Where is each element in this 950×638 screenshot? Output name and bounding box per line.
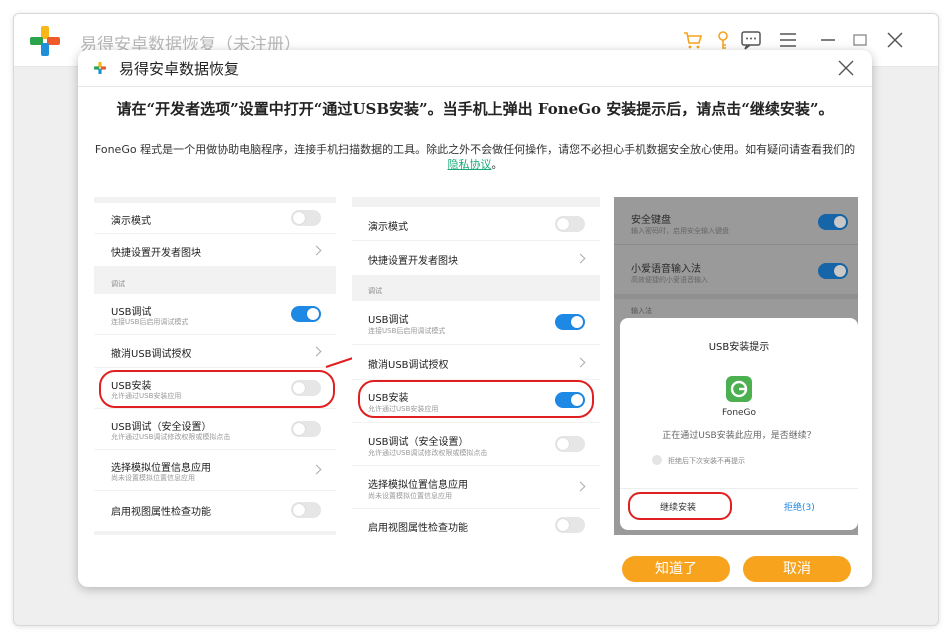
row-desc: 尚未设置模拟位置信息应用 bbox=[111, 474, 195, 482]
dialog-close-icon[interactable] bbox=[836, 58, 856, 78]
usb-install-dialog: 易得安卓数据恢复 请在“开发者选项”设置中打开“通过USB安装”。当手机上弹出 … bbox=[78, 50, 872, 587]
ok-button[interactable]: 知道了 bbox=[622, 556, 730, 582]
row-title: 演示模式 bbox=[111, 216, 151, 227]
highlight-ring bbox=[358, 380, 594, 418]
screenshot-panel-right: 安全键盘 输入密码时，启用安全输入键盘 小爱语音输入法 高效便捷的小爱语音输入 … bbox=[614, 197, 858, 535]
toggle-switch bbox=[291, 210, 321, 226]
toggle-switch bbox=[291, 421, 321, 437]
instruction-end: 。 bbox=[491, 158, 503, 171]
row-desc: 连接USB后启用调试模式 bbox=[368, 327, 446, 335]
list-item: 撤消USB调试授权 bbox=[94, 335, 336, 367]
screenshot-panel-middle: 演示模式 快捷设置开发者图块 调试 USB调试 连接USB后启用调试模式 撤消U… bbox=[352, 197, 600, 535]
row-title: USB调试 bbox=[368, 315, 409, 326]
highlight-ring bbox=[628, 492, 732, 520]
row-desc: 允许通过USB调试修改权限或模拟点击 bbox=[111, 433, 231, 441]
dialog-logo-icon bbox=[94, 62, 106, 74]
list-item: 启用视图属性检查功能 bbox=[352, 509, 600, 535]
row-title: 选择模拟位置信息应用 bbox=[111, 463, 211, 474]
toggle-switch bbox=[818, 214, 848, 230]
minimize-icon[interactable] bbox=[816, 28, 840, 52]
chevron-right-icon bbox=[575, 481, 586, 492]
divider bbox=[614, 294, 858, 299]
instruction-sub: FoneGo 程式是一个用做协助电脑程序，连接手机扫描数据的工具。除此之外不会做… bbox=[92, 142, 858, 172]
screenshot-panel-left: 演示模式 快捷设置开发者图块 调试 USB调试 连接USB后启用调试模式 撤消U… bbox=[94, 197, 336, 535]
row-title: 小爱语音输入法 bbox=[631, 264, 701, 275]
chevron-right-icon bbox=[575, 357, 586, 368]
popup-checkbox-label: 拒绝后下次安装不再提示 bbox=[668, 457, 745, 465]
menu-icon[interactable] bbox=[776, 28, 800, 52]
row-title: 演示模式 bbox=[368, 222, 408, 233]
row-title: USB调试（安全设置） bbox=[368, 437, 469, 448]
cancel-button[interactable]: 取消 bbox=[743, 556, 851, 582]
chevron-right-icon bbox=[311, 346, 322, 357]
chevron-right-icon bbox=[311, 464, 322, 475]
key-icon[interactable] bbox=[711, 28, 735, 52]
row-title: USB调试 bbox=[111, 307, 152, 318]
toggle-switch bbox=[291, 502, 321, 518]
list-item: 选择模拟位置信息应用 尚未设置模拟位置信息应用 bbox=[94, 450, 336, 490]
list-item: 快捷设置开发者图块 bbox=[352, 241, 600, 275]
usb-install-popup: USB安装提示 FoneGo 正在通过USB安装此应用，是否继续？ 拒绝后下次安… bbox=[620, 318, 858, 530]
popup-question: 正在通过USB安装此应用，是否继续？ bbox=[662, 431, 816, 441]
row-title: 快捷设置开发者图块 bbox=[111, 248, 201, 259]
list-item: 撤消USB调试授权 bbox=[352, 345, 600, 379]
dialog-title: 易得安卓数据恢复 bbox=[119, 60, 240, 78]
section-label: 调试 bbox=[368, 287, 382, 295]
divider bbox=[614, 244, 858, 245]
instruction-text: FoneGo 程式是一个用做协助电脑程序，连接手机扫描数据的工具。除此之外不会做… bbox=[94, 143, 856, 156]
row-desc: 尚未设置模拟位置信息应用 bbox=[368, 492, 452, 500]
row-desc: 输入密码时，启用安全输入键盘 bbox=[631, 227, 729, 235]
popup-checkbox[interactable] bbox=[652, 455, 662, 465]
divider bbox=[620, 488, 858, 489]
row-title: 快捷设置开发者图块 bbox=[368, 256, 458, 267]
list-item: 快捷设置开发者图块 bbox=[94, 234, 336, 266]
chevron-right-icon bbox=[311, 245, 322, 256]
reject-button[interactable]: 拒绝(3) bbox=[784, 500, 815, 513]
list-item: 演示模式 bbox=[352, 207, 600, 240]
close-icon[interactable] bbox=[883, 28, 907, 52]
row-desc: 连接USB后启用调试模式 bbox=[111, 318, 189, 326]
fonego-app-icon bbox=[726, 376, 752, 402]
row-title: 启用视图属性检查功能 bbox=[111, 507, 211, 518]
chevron-right-icon bbox=[575, 253, 586, 264]
row-title: 选择模拟位置信息应用 bbox=[368, 480, 468, 491]
toggle-switch bbox=[555, 314, 585, 330]
row-title: 撤消USB调试授权 bbox=[368, 360, 449, 371]
row-title: 启用视图属性检查功能 bbox=[368, 523, 468, 534]
list-item: 启用视图属性检查功能 bbox=[94, 491, 336, 531]
privacy-link[interactable]: 隐私协议 bbox=[448, 158, 492, 171]
toggle-switch bbox=[555, 436, 585, 452]
section-label: 调试 bbox=[111, 280, 125, 288]
toggle-switch bbox=[818, 263, 848, 279]
dialog-header: 易得安卓数据恢复 bbox=[78, 50, 872, 87]
cart-icon[interactable] bbox=[681, 28, 705, 52]
toggle-switch bbox=[555, 517, 585, 533]
list-item: USB调试 连接USB后启用调试模式 bbox=[352, 301, 600, 344]
highlight-ring bbox=[99, 370, 335, 408]
list-item: USB调试（安全设置） 允许通过USB调试修改权限或模拟点击 bbox=[352, 423, 600, 465]
app-logo-icon bbox=[30, 26, 60, 56]
list-item: USB调试 连接USB后启用调试模式 bbox=[94, 294, 336, 334]
list-item: USB调试（安全设置） 允许通过USB调试修改权限或模拟点击 bbox=[94, 409, 336, 449]
section-label: 输入法 bbox=[631, 307, 652, 315]
row-title: 安全键盘 bbox=[631, 215, 671, 226]
list-item: 演示模式 bbox=[94, 203, 336, 233]
toggle-switch bbox=[555, 216, 585, 232]
popup-title: USB安装提示 bbox=[708, 342, 770, 353]
toggle-switch bbox=[291, 306, 321, 322]
list-item: 选择模拟位置信息应用 尚未设置模拟位置信息应用 bbox=[352, 466, 600, 508]
row-title: USB调试（安全设置） bbox=[111, 422, 212, 433]
row-title: 撤消USB调试授权 bbox=[111, 349, 192, 360]
row-desc: 允许通过USB调试修改权限或模拟点击 bbox=[368, 449, 488, 457]
row-desc: 高效便捷的小爱语音输入 bbox=[631, 276, 708, 284]
maximize-icon[interactable] bbox=[848, 28, 872, 52]
instruction-main: 请在“开发者选项”设置中打开“通过USB安装”。当手机上弹出 FoneGo 安装… bbox=[116, 100, 834, 118]
popup-app-name: FoneGo bbox=[721, 408, 757, 418]
feedback-icon[interactable] bbox=[739, 28, 763, 52]
